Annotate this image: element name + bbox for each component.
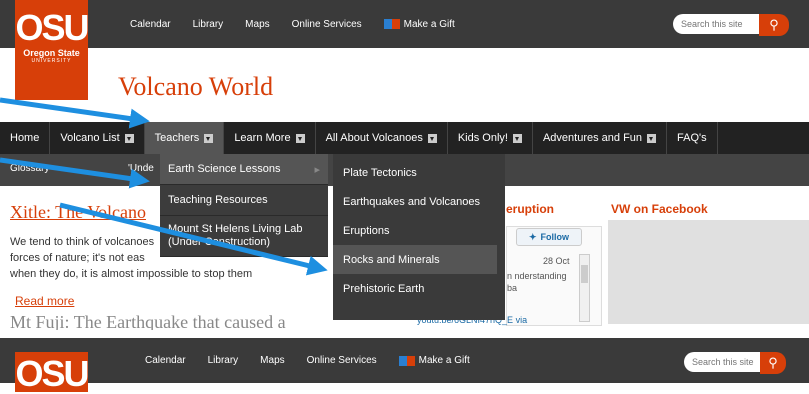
teachers-dropdown: Earth Science Lessons ▸ Teaching Resource… <box>160 154 328 257</box>
chevron-right-icon: ▸ <box>314 163 320 176</box>
osu-logo[interactable]: OSU Oregon State UNIVERSITY <box>15 0 90 100</box>
menu-item-plate-tectonics[interactable]: Plate Tectonics <box>333 158 505 187</box>
chevron-down-icon <box>512 133 522 143</box>
gift-label: Make a Gift <box>418 355 470 366</box>
menu-item-label: Eruptions <box>343 224 390 237</box>
nav-volcano-list[interactable]: Volcano List <box>50 122 145 154</box>
chevron-down-icon <box>647 133 657 143</box>
tweet-scrollbar[interactable] <box>579 254 590 322</box>
menu-item-earthquakes-and-volcanoes[interactable]: Earthquakes and Volcanoes <box>333 187 505 216</box>
tweet-date: 28 Oct <box>543 256 570 266</box>
nav-label: Teachers <box>154 132 200 144</box>
gift-label: Make a Gift <box>403 18 455 30</box>
nav-partial[interactable]: 'Unde <box>128 163 154 174</box>
online-services-link[interactable]: Online Services <box>292 19 362 30</box>
menu-item-label: Teaching Resources <box>168 194 268 206</box>
nav-faqs[interactable]: FAQ's <box>667 122 718 154</box>
library-link[interactable]: Library <box>208 355 239 366</box>
menu-item-teaching-resources[interactable]: Teaching Resources <box>160 185 328 216</box>
menu-item-label: Plate Tectonics <box>343 166 417 179</box>
facebook-widget <box>608 220 809 324</box>
make-a-gift-link[interactable]: Make a Gift <box>398 355 470 366</box>
nav-teachers[interactable]: Teachers <box>144 122 225 154</box>
menu-item-label: Rocks and Minerals <box>343 253 440 266</box>
nav-label: FAQ's <box>677 132 707 144</box>
chevron-down-icon <box>427 133 437 143</box>
library-link[interactable]: Library <box>193 19 224 30</box>
search-button[interactable]: ⚲ <box>759 14 789 36</box>
nav-adventures-and-fun[interactable]: Adventures and Fun <box>533 122 668 154</box>
chevron-down-icon <box>124 133 134 143</box>
read-more-link[interactable]: Read more <box>15 294 74 308</box>
article-title[interactable]: Xitle: The Volcano <box>10 202 146 223</box>
logo-text: OSU <box>15 7 89 48</box>
follow-button[interactable]: ✦ Follow <box>516 228 582 246</box>
menu-item-label: Mount St Helens Living Lab (Under Constr… <box>168 223 303 248</box>
next-article-title[interactable]: Mt Fuji: The Earthquake that caused a <box>10 312 340 330</box>
follow-label: Follow <box>540 232 570 242</box>
search-input[interactable] <box>673 14 761 34</box>
nav-all-about-volcanoes[interactable]: All About Volcanoes <box>316 122 448 154</box>
logo-subtitle: Oregon State <box>23 48 80 58</box>
scroll-thumb[interactable] <box>581 265 588 283</box>
menu-item-mount-st-helens[interactable]: Mount St Helens Living Lab (Under Constr… <box>160 216 328 257</box>
chevron-down-icon <box>204 133 214 143</box>
logo-university: UNIVERSITY <box>31 58 72 64</box>
lessons-submenu: Plate Tectonics Earthquakes and Volcanoe… <box>333 154 505 320</box>
calendar-link[interactable]: Calendar <box>145 355 186 366</box>
menu-item-earth-science-lessons[interactable]: Earth Science Lessons ▸ <box>160 154 328 185</box>
site-title[interactable]: Volcano World <box>118 72 273 102</box>
menu-item-label: Earthquakes and Volcanoes <box>343 195 480 208</box>
eruption-heading: eruption <box>506 202 554 216</box>
menu-item-eruptions[interactable]: Eruptions <box>333 216 505 245</box>
nav-label: Volcano List <box>60 132 120 144</box>
nav-kids-only[interactable]: Kids Only! <box>448 122 533 154</box>
top-links: Calendar Library Maps Online Services Ma… <box>130 0 455 48</box>
search-box: ⚲ <box>684 352 802 374</box>
section-divider <box>0 330 809 338</box>
calendar-link[interactable]: Calendar <box>130 19 171 30</box>
nav-label: Home <box>10 132 40 144</box>
search-icon: ⚲ <box>769 17 779 32</box>
menu-item-prehistoric-earth[interactable]: Prehistoric Earth <box>333 274 505 303</box>
online-services-link[interactable]: Online Services <box>307 355 377 366</box>
menu-item-rocks-and-minerals[interactable]: Rocks and Minerals <box>333 245 497 274</box>
arrow-teachers <box>0 97 150 129</box>
search-icon: ⚲ <box>768 355 778 370</box>
search-button[interactable]: ⚲ <box>760 352 786 374</box>
menu-item-label: Prehistoric Earth <box>343 282 425 295</box>
search-box: ⚲ <box>673 14 791 36</box>
top-bar-repeat: OSU Calendar Library Maps Online Service… <box>0 338 809 394</box>
top-bar: OSU Oregon State UNIVERSITY Calendar Lib… <box>0 0 809 100</box>
chevron-down-icon <box>295 133 305 143</box>
gift-icon <box>383 19 400 29</box>
osu-logo[interactable]: OSU <box>15 352 90 394</box>
article-line: when they do, it is almost impossible to… <box>10 268 253 280</box>
twitter-icon: ✦ <box>528 231 537 242</box>
maps-link[interactable]: Maps <box>245 19 269 30</box>
nav-label: Learn More <box>234 132 291 144</box>
maps-link[interactable]: Maps <box>260 355 284 366</box>
nav-label: Adventures and Fun <box>542 132 643 144</box>
search-input[interactable] <box>684 352 760 372</box>
logo-text: OSU <box>15 353 89 394</box>
nav-learn-more[interactable]: Learn More <box>224 122 316 154</box>
menu-item-label: Earth Science Lessons <box>168 163 281 175</box>
nav-glossary[interactable]: Glossary <box>10 163 49 174</box>
gift-icon <box>398 355 415 366</box>
nav-label: Kids Only! <box>457 132 508 144</box>
main-nav: Home Volcano List Teachers Learn More Al… <box>0 122 809 154</box>
facebook-heading: VW on Facebook <box>611 202 708 216</box>
nav-home[interactable]: Home <box>0 122 51 154</box>
nav-label: All About Volcanoes <box>325 132 423 144</box>
make-a-gift-link[interactable]: Make a Gift <box>383 18 455 30</box>
tweet-text: n nderstanding ba <box>507 271 567 293</box>
top-links: Calendar Library Maps Online Services Ma… <box>145 338 470 383</box>
